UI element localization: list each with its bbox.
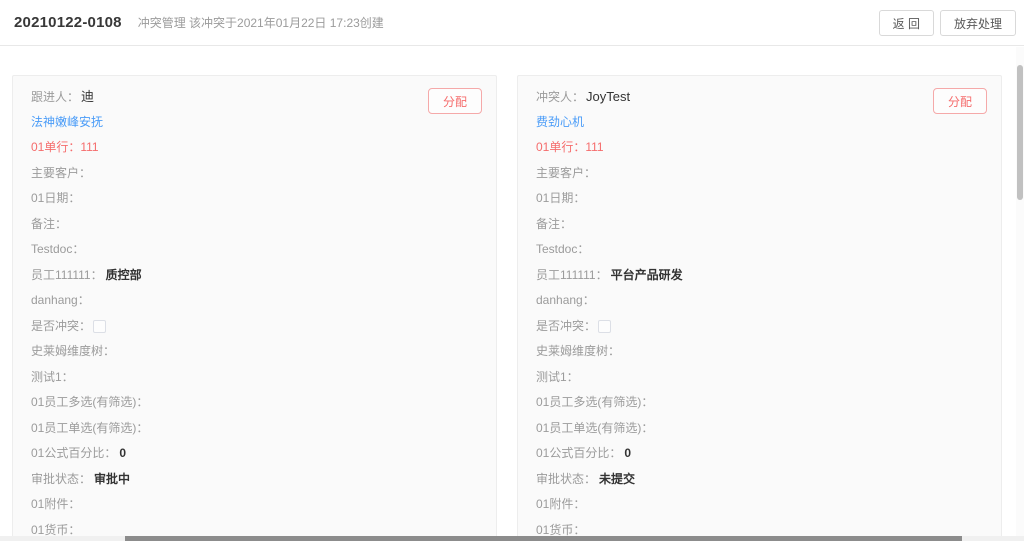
owner-label: 跟进人： — [31, 90, 79, 104]
field-value: 未提交 — [599, 472, 635, 486]
field-label: 01货币： — [536, 523, 585, 537]
field-row: danhang： — [31, 294, 478, 307]
owner-value: JoyTest — [586, 89, 630, 104]
field-row: 史莱姆维度树： — [536, 345, 983, 358]
field-row: 审批状态：审批中 — [31, 473, 478, 486]
assign-button[interactable]: 分配 — [933, 88, 987, 114]
record-owner-row: 冲突人：JoyTest — [536, 90, 983, 103]
highlight-label: 01单行： — [536, 140, 585, 154]
field-label: 测试1： — [31, 370, 74, 384]
field-row: 主要客户： — [536, 167, 983, 180]
record-link[interactable]: 费劲心机 — [536, 116, 983, 129]
field-row: 01货币： — [536, 524, 983, 537]
field-label: Testdoc： — [536, 242, 589, 256]
field-label: 01员工单选(有筛选)： — [31, 421, 148, 435]
conflict-checkbox[interactable] — [93, 320, 106, 333]
field-list: 主要客户： 01日期： 备注： Testdoc： 员工111111：质控部 danhang… — [31, 167, 478, 537]
field-row: 01员工单选(有筛选)： — [536, 422, 983, 435]
conflict-compare-area: 跟进人：迪 分配 法神嫩峰安抚 01单行：111 主要客户：01日期：备注：Te… — [0, 46, 1024, 541]
horizontal-scrollbar-thumb[interactable] — [125, 536, 962, 541]
field-label: 01员工多选(有筛选)： — [536, 395, 653, 409]
owner-value: 迪 — [81, 89, 94, 104]
field-label: 是否冲突： — [31, 319, 91, 333]
field-label: 审批状态： — [31, 472, 91, 486]
field-label: 员工111111： — [31, 268, 103, 282]
field-label: danhang： — [536, 293, 595, 307]
horizontal-scrollbar[interactable] — [0, 536, 1024, 541]
record-owner-row: 跟进人：迪 — [31, 90, 478, 103]
field-label: 01附件： — [536, 497, 585, 511]
owner-label: 冲突人： — [536, 90, 584, 104]
field-value: 0 — [624, 446, 631, 460]
field-row: 是否冲突： — [536, 320, 983, 333]
abandon-button[interactable]: 放弃处理 — [940, 10, 1016, 36]
right-record-card: 冲突人：JoyTest 分配 费劲心机 01单行：111 主要客户： 01日期： 备… — [517, 75, 1002, 541]
highlight-field-row: 01单行：111 — [31, 141, 478, 154]
field-row: 01日期： — [536, 192, 983, 205]
field-value: 0 — [119, 446, 126, 460]
field-row: 测试1： — [31, 371, 478, 384]
field-value: 审批中 — [94, 472, 130, 486]
field-row: 01附件： — [536, 498, 983, 511]
highlight-value: 111 — [80, 140, 98, 154]
field-row: 01货币： — [31, 524, 478, 537]
field-row: 员工111111：质控部 — [31, 269, 478, 282]
field-label: 测试1： — [536, 370, 579, 384]
field-row: 01员工多选(有筛选)： — [31, 396, 478, 409]
conflict-checkbox[interactable] — [598, 320, 611, 333]
field-label: 01日期： — [31, 191, 80, 205]
field-label: 备注： — [536, 217, 572, 231]
field-row: 01公式百分比：0 — [536, 447, 983, 460]
assign-button[interactable]: 分配 — [428, 88, 482, 114]
record-link[interactable]: 法神嫩峰安抚 — [31, 116, 478, 129]
vertical-scrollbar[interactable] — [1016, 47, 1024, 536]
highlight-value: 111 — [585, 140, 603, 154]
field-label: 史莱姆维度树： — [31, 344, 115, 358]
field-row: 员工111111：平台产品研发 — [536, 269, 983, 282]
field-row: 是否冲突： — [31, 320, 478, 333]
field-row: 审批状态：未提交 — [536, 473, 983, 486]
left-record-card: 跟进人：迪 分配 法神嫩峰安抚 01单行：111 主要客户： 01日期： 备注： Te… — [12, 75, 497, 541]
field-label: Testdoc： — [31, 242, 84, 256]
field-row: 备注： — [31, 218, 478, 231]
page-title: 20210122-0108 — [14, 14, 122, 31]
field-label: 主要客户： — [31, 166, 91, 180]
field-list: 主要客户： 01日期： 备注： Testdoc： 员工111111：平台产品研发 danh… — [536, 167, 983, 537]
field-label: 是否冲突： — [536, 319, 596, 333]
field-label: 员工111111： — [536, 268, 608, 282]
field-row: 01日期： — [31, 192, 478, 205]
field-value: 平台产品研发 — [611, 268, 683, 282]
field-label: danhang： — [31, 293, 90, 307]
page-subtitle: 冲突管理 该冲突于2021年01月22日 17:23创建 — [138, 14, 384, 31]
field-label: 01员工单选(有筛选)： — [536, 421, 653, 435]
field-row: 备注： — [536, 218, 983, 231]
field-label: 01货币： — [31, 523, 80, 537]
field-value: 质控部 — [106, 268, 142, 282]
field-row: 测试1： — [536, 371, 983, 384]
field-row: 01附件： — [31, 498, 478, 511]
field-row: danhang： — [536, 294, 983, 307]
field-label: 史莱姆维度树： — [536, 344, 620, 358]
field-row: Testdoc： — [31, 243, 478, 256]
field-label: 01员工多选(有筛选)： — [31, 395, 148, 409]
back-button[interactable]: 返 回 — [879, 10, 934, 36]
field-row: Testdoc： — [536, 243, 983, 256]
field-label: 备注： — [31, 217, 67, 231]
highlight-label: 01单行： — [31, 140, 80, 154]
field-row: 01员工单选(有筛选)： — [31, 422, 478, 435]
field-row: 史莱姆维度树： — [31, 345, 478, 358]
field-label: 审批状态： — [536, 472, 596, 486]
field-label: 主要客户： — [536, 166, 596, 180]
field-label: 01公式百分比： — [31, 446, 116, 460]
field-label: 01日期： — [536, 191, 585, 205]
field-row: 01员工多选(有筛选)： — [536, 396, 983, 409]
page-header: 20210122-0108 冲突管理 该冲突于2021年01月22日 17:23… — [0, 0, 1024, 46]
field-row: 01公式百分比：0 — [31, 447, 478, 460]
field-label: 01公式百分比： — [536, 446, 621, 460]
field-row: 主要客户： — [31, 167, 478, 180]
field-label: 01附件： — [31, 497, 80, 511]
highlight-field-row: 01单行：111 — [536, 141, 983, 154]
vertical-scrollbar-thumb[interactable] — [1017, 65, 1023, 200]
header-actions: 返 回 放弃处理 — [879, 10, 1016, 36]
